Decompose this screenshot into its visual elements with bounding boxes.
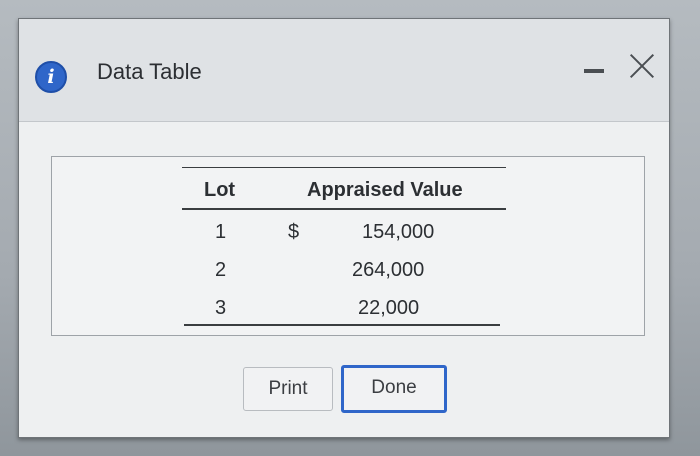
done-button[interactable]: Done <box>341 365 447 413</box>
value-cell: 22,000 <box>358 297 420 319</box>
data-table: Lot Appraised Value 1 $ 154,000 2 264,00… <box>51 156 645 336</box>
lot-cell: 3 <box>215 297 227 319</box>
value-cell: 154,000 <box>362 221 435 243</box>
value-cell: 264,000 <box>352 259 425 281</box>
currency-symbol: $ <box>288 221 300 243</box>
header-appraised-value: Appraised Value <box>307 179 463 201</box>
info-icon: i <box>35 61 67 93</box>
dialog-titlebar: i Data Table <box>19 19 669 122</box>
header-lot: Lot <box>204 179 236 201</box>
table-top-rule <box>182 167 506 168</box>
close-icon[interactable] <box>625 49 659 83</box>
print-button[interactable]: Print <box>243 367 333 411</box>
lot-cell: 2 <box>215 259 227 281</box>
data-table-dialog: i Data Table Lot Appraised Value 1 $ 154… <box>18 18 670 438</box>
dialog-title: Data Table <box>97 59 202 84</box>
table-bottom-rule <box>184 324 500 326</box>
table-header-rule <box>182 208 506 210</box>
lot-cell: 1 <box>215 221 227 243</box>
minimize-icon[interactable] <box>582 55 606 85</box>
